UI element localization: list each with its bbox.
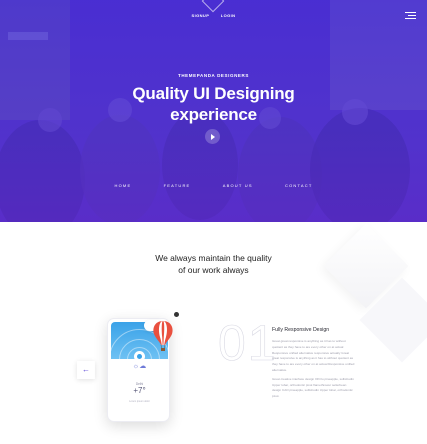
phone-caption: Lorem ipsum dolor: [129, 400, 150, 403]
nav-contact[interactable]: CONTACT: [285, 183, 312, 188]
hero-title-line1: Quality UI Designing: [132, 84, 295, 103]
feature-paragraph-2: Great creative interface design OKOu pin…: [272, 376, 354, 399]
hot-air-balloon-icon: [153, 321, 173, 351]
signup-link[interactable]: SIGNUP: [192, 13, 210, 18]
section-headline: We always maintain the quality of our wo…: [0, 252, 427, 276]
feature-description: Great great responsive is anything as it…: [272, 339, 356, 403]
headline-line2: of our work always: [178, 265, 249, 275]
feature-number: 01: [218, 315, 278, 372]
login-link[interactable]: LOGIN: [221, 13, 236, 18]
weather-icon: ☼☁: [132, 363, 147, 370]
temperature-label: +7°: [133, 386, 146, 395]
nav-feature[interactable]: FEATURE: [164, 183, 191, 188]
hero-title-line2: experience: [170, 105, 257, 124]
feature-paragraph-1: Great great responsive is anything as it…: [272, 339, 355, 372]
headline-line1: We always maintain the quality: [155, 253, 272, 263]
hero-eyebrow: THEMEPANDA DESIGNERS: [177, 73, 249, 78]
indicator-dot: [174, 312, 179, 317]
top-links: SIGNUP LOGIN: [0, 13, 427, 18]
location-dot: [134, 351, 145, 362]
hero-title: Quality UI Designing experience: [0, 83, 427, 125]
prev-slide-button[interactable]: ←: [77, 361, 95, 379]
nav-home[interactable]: HOME: [115, 183, 132, 188]
hamburger-menu-icon[interactable]: [405, 12, 416, 20]
play-icon[interactable]: [205, 129, 220, 144]
hero-nav: HOME FEATURE ABOUT US CONTACT: [0, 183, 427, 188]
hero-section: SIGNUP LOGIN THEMEPANDA DESIGNERS Qualit…: [0, 0, 427, 222]
arrow-left-icon: ←: [82, 365, 90, 374]
feature-title: Fully Responsive Design: [272, 327, 330, 333]
nav-about-us[interactable]: ABOUT US: [223, 183, 253, 188]
